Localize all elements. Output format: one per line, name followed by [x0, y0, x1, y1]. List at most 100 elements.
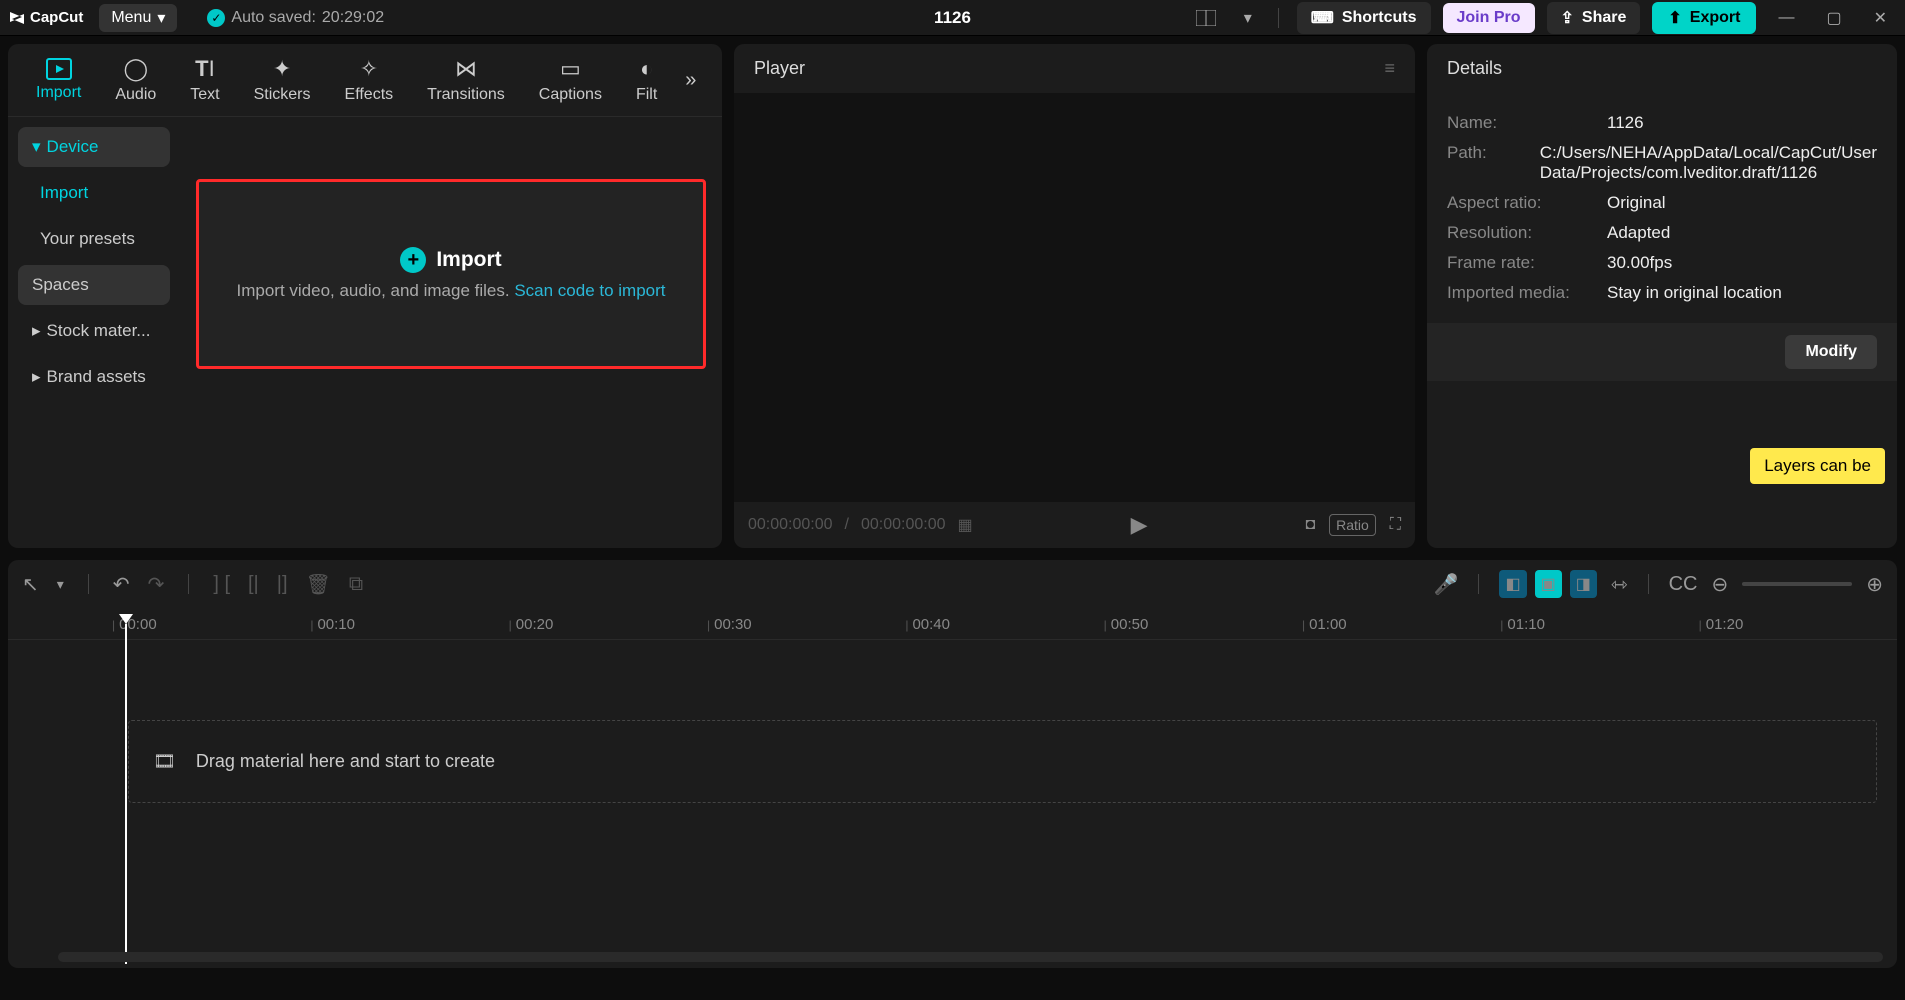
sidebar-stock-label: Stock mater... [47, 321, 151, 341]
timeline-scrollbar[interactable] [58, 952, 1883, 962]
tab-stickers-label: Stickers [254, 86, 311, 104]
time-sep: / [845, 516, 849, 534]
detail-resolution: Resolution: Adapted [1447, 223, 1877, 243]
magnet-right-icon[interactable]: ◨ [1570, 570, 1597, 598]
sidebar-device-label: Device [47, 137, 99, 157]
detail-path: Path: C:/Users/NEHA/AppData/Local/CapCut… [1447, 143, 1877, 183]
tab-transitions[interactable]: ⋈ Transitions [411, 52, 521, 108]
magnet-left-icon[interactable]: ◧ [1499, 570, 1526, 598]
ruler-mark: 00:30 [707, 616, 905, 633]
zoom-out-icon[interactable]: ⊖ [1711, 572, 1728, 597]
text-icon: TI [195, 56, 215, 82]
divider [88, 574, 89, 594]
detail-media-value: Stay in original location [1607, 283, 1877, 303]
mirror-icon[interactable]: ⇿ [1611, 572, 1628, 597]
caret-right-icon: ▸ [32, 367, 41, 387]
player-right-tools: ◘ Ratio ⛶ [1305, 514, 1401, 536]
ruler-mark: 00:00 [112, 616, 310, 633]
tab-import[interactable]: Import [20, 54, 97, 106]
delete-icon[interactable]: 🗑 [306, 572, 331, 597]
effects-icon: ✧ [360, 56, 378, 82]
detail-aspect-value: Original [1607, 193, 1877, 213]
media-body: ▾ Device Import Your presets Spaces ▸ St… [8, 117, 722, 548]
trim-left-icon[interactable]: [| [248, 573, 259, 596]
tab-text[interactable]: TI Text [174, 52, 235, 108]
tooltip-layers: Layers can be [1750, 448, 1885, 484]
fullscreen-icon[interactable]: ⛶ [1390, 516, 1401, 534]
captions-icon: ▭ [560, 56, 581, 82]
timeline-ruler[interactable]: 00:00 00:10 00:20 00:30 00:40 00:50 01:0… [8, 608, 1897, 640]
menu-label: Menu [111, 9, 151, 27]
ruler-mark: 00:20 [509, 616, 707, 633]
menu-button[interactable]: Menu ▾ [99, 4, 177, 32]
player-canvas[interactable] [734, 93, 1415, 502]
mic-icon[interactable]: 🎤 [1434, 572, 1459, 597]
cursor-dropdown-icon[interactable]: ▾ [57, 576, 64, 593]
detail-aspect: Aspect ratio: Original [1447, 193, 1877, 213]
layout-icon[interactable] [1188, 6, 1224, 30]
player-panel: Player ≡ 00:00:00:00 / 00:00:00:00 ▦ ▶ ◘… [734, 44, 1415, 548]
zoom-slider[interactable] [1742, 582, 1852, 586]
redo-icon[interactable]: ↷ [148, 572, 165, 597]
cursor-tool-icon[interactable]: ↖ [22, 572, 39, 597]
trim-right-icon[interactable]: |] [277, 573, 288, 596]
sidebar-device[interactable]: ▾ Device [18, 127, 170, 167]
zoom-in-icon[interactable]: ⊕ [1866, 572, 1883, 597]
tab-captions[interactable]: ▭ Captions [523, 52, 618, 108]
closed-caption-icon[interactable]: CC [1669, 573, 1698, 596]
sidebar-stock[interactable]: ▸ Stock mater... [18, 311, 170, 351]
topbar-right: ▾ ⌨ Shortcuts Join Pro ⇪ Share ⬆ Export … [1188, 2, 1897, 34]
duplicate-icon[interactable]: ⧉ [349, 573, 363, 596]
tab-effects[interactable]: ✧ Effects [329, 52, 410, 108]
tab-filters[interactable]: ◐ Filt [620, 52, 673, 108]
tab-audio[interactable]: ◯ Audio [99, 52, 172, 108]
detail-res-value: Adapted [1607, 223, 1877, 243]
timeline-drop-track[interactable]: 🎞 Drag material here and start to create [128, 720, 1877, 803]
thumbnails-icon[interactable]: ▦ [958, 515, 973, 535]
timeline-right-tools: 🎤 ◧ ▣ ◨ ⇿ CC ⊖ ⊕ [1434, 570, 1883, 598]
shortcuts-button[interactable]: ⌨ Shortcuts [1297, 2, 1431, 34]
share-button[interactable]: ⇪ Share [1547, 2, 1641, 34]
focus-icon[interactable]: ◘ [1305, 516, 1315, 534]
timeline-body[interactable]: 00:00 00:10 00:20 00:30 00:40 00:50 01:0… [8, 608, 1897, 968]
autosave-status: ✓ Auto saved: 20:29:02 [207, 9, 384, 27]
tab-transitions-label: Transitions [427, 86, 505, 104]
detail-name-label: Name: [1447, 113, 1607, 133]
magnet-center-icon[interactable]: ▣ [1535, 570, 1562, 598]
tab-stickers[interactable]: ✦ Stickers [238, 52, 327, 108]
project-title: 1126 [934, 8, 971, 28]
minimize-icon[interactable]: — [1768, 5, 1804, 31]
sidebar-brand[interactable]: ▸ Brand assets [18, 357, 170, 397]
tabs-more-icon[interactable]: » [679, 63, 702, 98]
main-row: Import ◯ Audio TI Text ✦ Stickers ✧ Effe… [0, 36, 1905, 556]
sidebar-spaces[interactable]: Spaces [18, 265, 170, 305]
detail-res-label: Resolution: [1447, 223, 1607, 243]
detail-path-label: Path: [1447, 143, 1540, 183]
modify-button[interactable]: Modify [1785, 335, 1877, 369]
chevron-down-small-icon[interactable]: ▾ [1236, 4, 1260, 32]
sidebar-presets[interactable]: Your presets [18, 219, 170, 259]
import-tab-icon [46, 58, 72, 80]
import-sub-pre: Import video, audio, and image files. [236, 281, 514, 300]
playhead[interactable] [119, 614, 133, 964]
undo-icon[interactable]: ↶ [113, 572, 130, 597]
ratio-button[interactable]: Ratio [1329, 514, 1376, 536]
tab-effects-label: Effects [345, 86, 394, 104]
export-button[interactable]: ⬆ Export [1652, 2, 1756, 34]
join-pro-button[interactable]: Join Pro [1443, 3, 1535, 33]
import-dropzone[interactable]: + Import Import video, audio, and image … [196, 179, 706, 369]
scan-code-link[interactable]: Scan code to import [514, 281, 665, 300]
play-icon[interactable]: ▶ [1131, 512, 1148, 538]
sidebar-import[interactable]: Import [18, 173, 170, 213]
share-label: Share [1582, 9, 1626, 27]
tab-filters-label: Filt [636, 86, 657, 104]
time-total: 00:00:00:00 [861, 516, 946, 534]
close-icon[interactable]: ✕ [1864, 4, 1897, 32]
maximize-icon[interactable]: ▢ [1816, 4, 1851, 32]
detail-media-label: Imported media: [1447, 283, 1607, 303]
player-menu-icon[interactable]: ≡ [1384, 58, 1395, 79]
split-icon[interactable]: ] [ [213, 573, 230, 596]
media-sidebar: ▾ Device Import Your presets Spaces ▸ St… [8, 117, 180, 548]
caret-right-icon: ▸ [32, 321, 41, 341]
film-icon: 🎞 [153, 751, 176, 772]
